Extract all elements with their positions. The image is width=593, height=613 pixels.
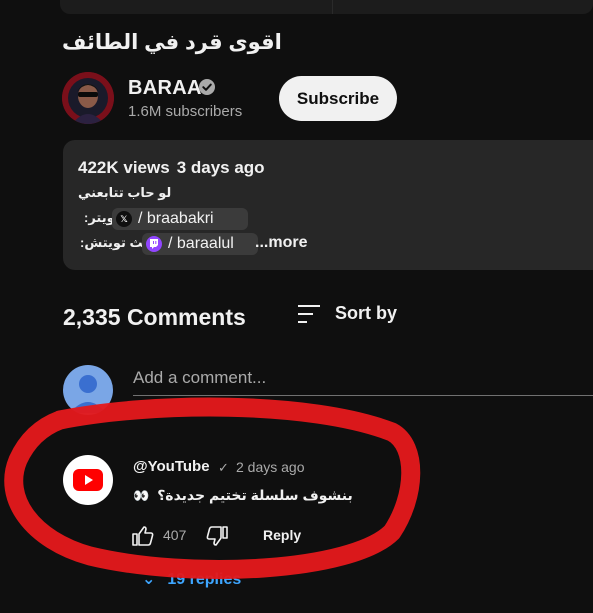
comment-author[interactable]: @YouTube — [133, 458, 210, 475]
video-area-bottom — [60, 0, 593, 14]
channel-avatar[interactable] — [62, 72, 114, 124]
user-avatar — [63, 365, 113, 415]
youtube-logo-icon[interactable] — [63, 455, 113, 505]
comments-count: 2,335 Comments — [63, 304, 246, 330]
comment-text: 👀 بنشوف سلسلة تختيم جديدة؟ — [133, 487, 353, 504]
add-comment-input[interactable]: Add a comment... — [133, 368, 593, 396]
thumbs-down-icon[interactable] — [205, 524, 229, 548]
twitch-label: بث تويتش: — [80, 235, 149, 250]
video-stats: 422K views 3 days ago — [78, 158, 272, 178]
channel-name[interactable]: BARAA — [128, 77, 202, 100]
eyes-emoji: 👀 — [133, 488, 150, 503]
verified-check-icon: ✓ — [218, 460, 229, 475]
chevron-down-icon: ⌄ — [142, 571, 156, 588]
subscriber-count: 1.6M subscribers — [128, 103, 243, 120]
video-title: اقوى قرد في الطائف — [62, 31, 282, 54]
replies-label: 19 replies — [167, 571, 242, 588]
comment-body: بنشوف سلسلة تختيم جديدة؟ — [157, 487, 353, 503]
subscribe-button[interactable]: Subscribe — [279, 76, 397, 121]
twitter-link-chip[interactable]: 𝕏 / braabakri — [112, 208, 248, 230]
twitch-logo-icon — [146, 236, 162, 252]
description-line: لو حاب تتابعني — [78, 185, 172, 200]
x-logo-icon: 𝕏 — [116, 211, 132, 227]
divider — [332, 0, 333, 14]
show-more-link[interactable]: ...more — [255, 234, 307, 252]
view-count: 422K views — [78, 158, 170, 177]
twitch-link-chip[interactable]: / baraalul — [142, 233, 258, 255]
sort-lines-icon[interactable] — [298, 304, 322, 324]
twitch-handle: / baraalul — [168, 235, 234, 252]
sort-by-button[interactable]: Sort by — [335, 303, 397, 324]
comment-time[interactable]: 2 days ago — [236, 459, 305, 475]
twitter-handle: / braabakri — [138, 210, 214, 227]
avatar-art — [62, 72, 114, 124]
verified-check-icon — [199, 79, 215, 95]
like-count: 407 — [163, 527, 187, 543]
reply-button[interactable]: Reply — [263, 527, 301, 543]
view-replies-button[interactable]: ⌄ 19 replies — [142, 569, 241, 589]
upload-date: 3 days ago — [176, 158, 265, 177]
thumbs-up-icon[interactable] — [131, 524, 155, 548]
